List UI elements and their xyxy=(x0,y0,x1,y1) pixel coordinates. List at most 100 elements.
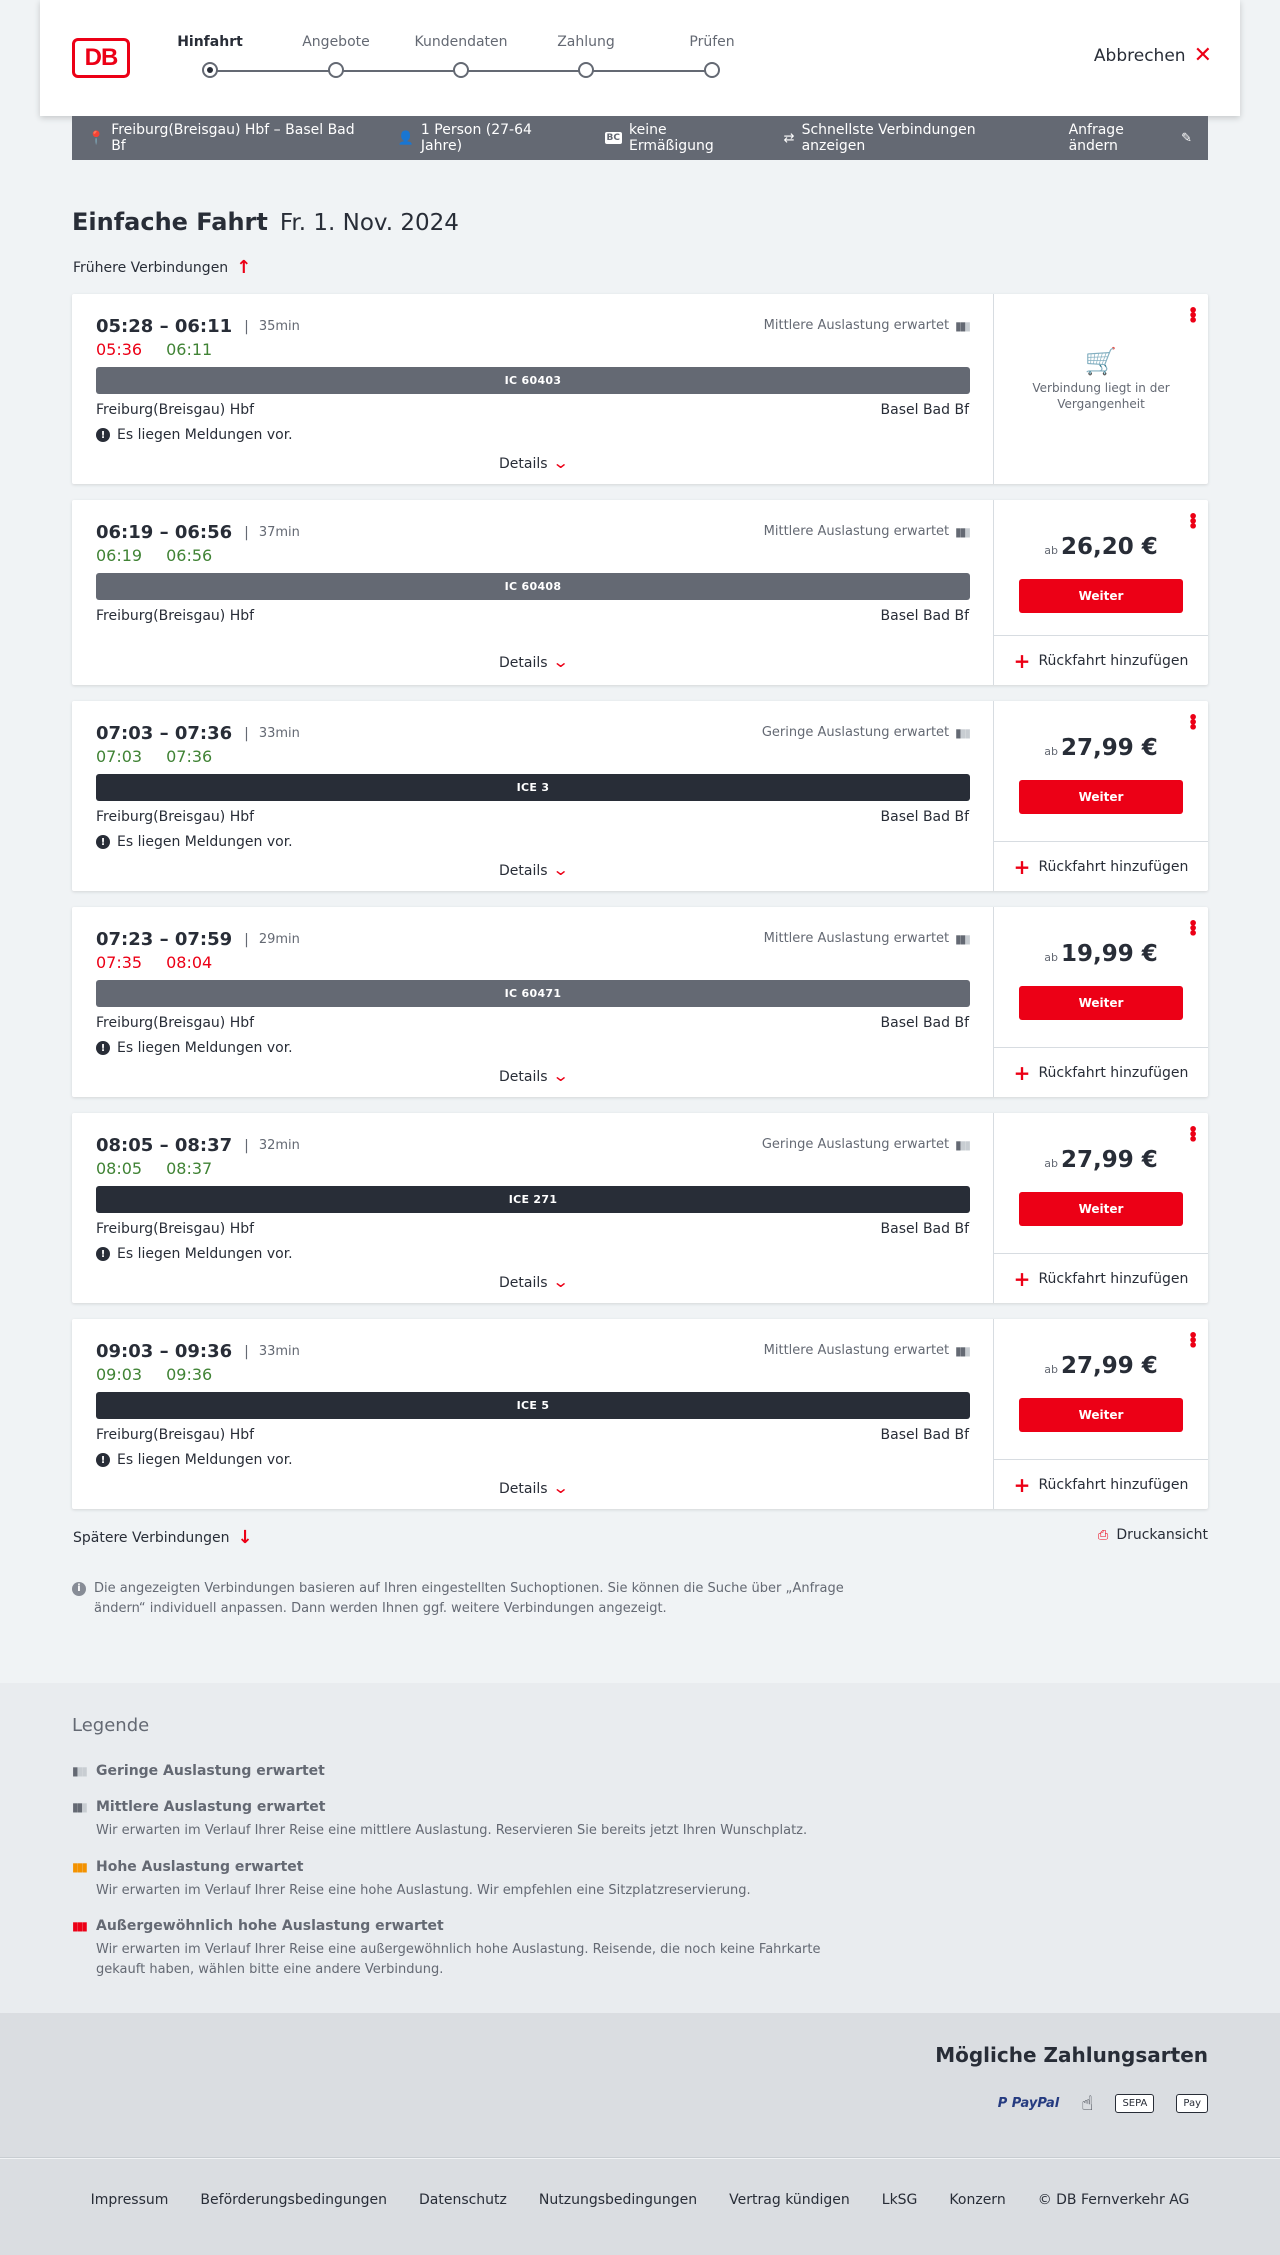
plus-icon: + xyxy=(1013,1266,1031,1291)
planned-times: 07:03 – 07:36 | 33min xyxy=(96,723,300,744)
connection-card: 09:03 – 09:36 | 33min 09:03 09:36 Mittlere Au… xyxy=(72,1319,1208,1509)
planned-times: 08:05 – 08:37 | 32min xyxy=(96,1135,300,1156)
details-toggle[interactable]: Details ⌄ xyxy=(72,1066,994,1085)
train-bar[interactable]: IC 60403 xyxy=(96,367,970,394)
realtime-times: 07:03 07:36 xyxy=(96,747,212,766)
route-info: 📍 Freiburg(Breisgau) Hbf – Basel Bad Bf xyxy=(88,122,366,154)
payment-title: Mögliche Zahlungsarten xyxy=(935,2043,1208,2067)
price-prefix: ab xyxy=(1044,1157,1058,1170)
price-prefix: ab xyxy=(1044,951,1058,964)
footer-link-lksg[interactable]: LkSG xyxy=(882,2192,918,2208)
train-bar[interactable]: ICE 271 xyxy=(96,1186,970,1213)
connection-card: 07:23 – 07:59 | 29min 07:35 08:04 Mittlere Au… xyxy=(72,907,1208,1097)
footer: Impressum Beförderungsbedingungen Datens… xyxy=(0,2159,1280,2255)
past-connection-info: 🛒 Verbindung liegt in der Vergangenheit xyxy=(994,349,1208,412)
details-toggle[interactable]: Details ⌄ xyxy=(72,652,994,671)
realtime-times: 07:35 08:04 xyxy=(96,953,212,972)
details-toggle[interactable]: Details ⌄ xyxy=(72,453,994,472)
weiter-button[interactable]: Weiter xyxy=(1019,1192,1183,1226)
add-return-trip-button[interactable]: + Rückfahrt hinzufügen xyxy=(994,1253,1208,1303)
details-label: Details xyxy=(499,1069,548,1085)
realtime-times: 08:05 08:37 xyxy=(96,1159,212,1178)
add-return-trip-button[interactable]: + Rückfahrt hinzufügen xyxy=(994,635,1208,685)
step-kundendaten: Kundendaten xyxy=(401,34,521,78)
chevron-down-icon: ⌄ xyxy=(551,1272,569,1291)
occupancy-level-icon: ▮▮▮ xyxy=(72,1919,88,1933)
change-request-button[interactable]: Anfrage ändern ✎ xyxy=(1069,122,1192,154)
occupancy-info: Mittlere Auslastung erwartet ▮▮▮ xyxy=(764,524,971,539)
time-range: 09:03 – 09:36 xyxy=(96,1341,233,1362)
chevron-down-icon: ⌄ xyxy=(551,860,569,879)
details-toggle[interactable]: Details ⌄ xyxy=(72,860,994,879)
add-return-trip-button[interactable]: + Rückfahrt hinzufügen xyxy=(994,1047,1208,1097)
weiter-button[interactable]: Weiter xyxy=(1019,986,1183,1020)
later-connections-link[interactable]: Spätere Verbindungen ↓ xyxy=(73,1527,253,1548)
person-icon: 👤 xyxy=(397,130,414,146)
train-bar[interactable]: IC 60408 xyxy=(96,573,970,600)
connection-details: 07:03 – 07:36 | 33min 07:03 07:36 Geringe Aus… xyxy=(72,701,994,891)
earlier-connections-link[interactable]: Frühere Verbindungen ↑ xyxy=(73,257,251,278)
print-view-link[interactable]: ⎙ Druckansicht xyxy=(1098,1527,1208,1543)
credit-card-hand-icon: ☝ xyxy=(1081,2091,1094,2115)
plus-icon: + xyxy=(1013,648,1031,673)
discount-text: keine Ermäßigung xyxy=(628,122,714,154)
footer-link-konzern[interactable]: Konzern xyxy=(949,2192,1005,2208)
fastest-text: Schnellste Verbindungen anzeigen xyxy=(801,122,976,154)
weiter-button[interactable]: Weiter xyxy=(1019,1398,1183,1432)
request-summary-bar: 📍 Freiburg(Breisgau) Hbf – Basel Bad Bf 👤… xyxy=(72,116,1208,160)
change-label: Anfrage ändern xyxy=(1068,122,1124,154)
price: ab 27,99 € xyxy=(994,1147,1208,1173)
footer-link-vertrag-kuendigen[interactable]: Vertrag kündigen xyxy=(729,2192,850,2208)
train-bar[interactable]: ICE 5 xyxy=(96,1392,970,1419)
footer-link-nutzung[interactable]: Nutzungsbedingungen xyxy=(539,2192,697,2208)
notice: ! Es liegen Meldungen vor. xyxy=(96,1246,293,1262)
print-label: Druckansicht xyxy=(1116,1527,1208,1543)
return-label: Rückfahrt hinzufügen xyxy=(1038,652,1189,669)
past-text: Verbindung liegt in der Vergangenheit xyxy=(1032,381,1170,411)
add-return-trip-button[interactable]: + Rückfahrt hinzufügen xyxy=(994,841,1208,891)
separator: | xyxy=(244,931,249,948)
cancel-button[interactable]: Abbrechen ✕ xyxy=(1094,45,1212,67)
realtime-times: 06:19 06:56 xyxy=(96,546,212,565)
price-prefix: ab xyxy=(1044,745,1058,758)
info-icon: i xyxy=(72,1582,86,1596)
return-label: Rückfahrt hinzufügen xyxy=(1038,1270,1189,1287)
more-options-icon[interactable]: • • • xyxy=(1188,303,1198,329)
details-toggle[interactable]: Details ⌄ xyxy=(72,1272,994,1291)
notice: ! Es liegen Meldungen vor. xyxy=(96,427,293,443)
sepa-icon: SEPA xyxy=(1115,2093,1155,2113)
departure-station: Freiburg(Breisgau) Hbf xyxy=(96,809,255,825)
train-bar[interactable]: ICE 3 xyxy=(96,774,970,801)
more-options-icon[interactable]: • • • xyxy=(1188,1122,1198,1148)
train-bar[interactable]: IC 60471 xyxy=(96,980,970,1007)
return-label: Rückfahrt hinzufügen xyxy=(1038,858,1189,875)
db-logo[interactable]: DB xyxy=(72,38,130,78)
printer-icon: ⎙ xyxy=(1097,1527,1109,1543)
plus-icon: + xyxy=(1013,1060,1031,1085)
step-label: Kundendaten xyxy=(414,34,508,50)
footer-link-befoerderung[interactable]: Beförderungsbedingungen xyxy=(200,2192,387,2208)
apple-pay-icon: Pay xyxy=(1176,2093,1208,2113)
alert-icon: ! xyxy=(96,1453,110,1467)
separator: | xyxy=(244,318,249,335)
footer-link-datenschutz[interactable]: Datenschutz xyxy=(419,2192,507,2208)
add-return-trip-button[interactable]: + Rückfahrt hinzufügen xyxy=(994,1459,1208,1509)
occupancy-info: Geringe Auslastung erwartet ▮▮▮ xyxy=(762,725,971,740)
step-label: Angebote xyxy=(302,34,370,50)
more-options-icon[interactable]: • • • xyxy=(1188,509,1198,535)
footer-link-impressum[interactable]: Impressum xyxy=(91,2192,169,2208)
legend-title-text: Hohe Auslastung erwartet xyxy=(96,1859,304,1875)
more-options-icon[interactable]: • • • xyxy=(1188,916,1198,942)
details-toggle[interactable]: Details ⌄ xyxy=(72,1478,994,1497)
weiter-button[interactable]: Weiter xyxy=(1019,780,1183,814)
notice-text: Es liegen Meldungen vor. xyxy=(117,834,293,850)
planned-times: 06:19 – 06:56 | 37min xyxy=(96,522,300,543)
chevron-down-icon: ⌄ xyxy=(551,453,569,472)
realtime-arrival: 06:11 xyxy=(166,340,213,359)
connection-card: 05:28 – 06:11 | 35min 05:36 06:11 Mittlere Au… xyxy=(72,294,1208,484)
separator: | xyxy=(244,1137,249,1154)
duration: 33min xyxy=(258,1344,300,1359)
weiter-button[interactable]: Weiter xyxy=(1019,579,1183,613)
more-options-icon[interactable]: • • • xyxy=(1188,1328,1198,1354)
more-options-icon[interactable]: • • • xyxy=(1188,710,1198,736)
